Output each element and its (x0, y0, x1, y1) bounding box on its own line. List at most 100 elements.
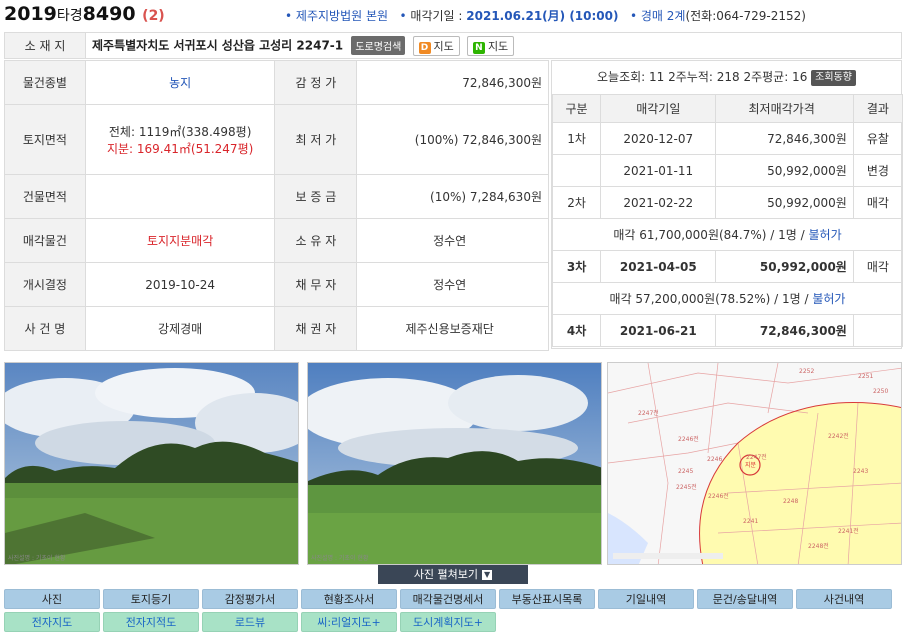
chevron-down-icon: ▼ (482, 570, 493, 580)
tab-seereal-map[interactable]: 씨:리얼지도+ (301, 612, 397, 632)
field-photo-2[interactable]: 사진설명 : 기초이 현황 (307, 362, 602, 565)
tab-case-history[interactable]: 사건내역 (796, 589, 892, 609)
address-label: 소 재 지 (4, 32, 86, 59)
case-name-label: 사 건 명 (4, 306, 86, 351)
map-label: 2246 (707, 456, 722, 463)
land-share: 지분: 169.41㎡(51.247평) (106, 141, 254, 156)
history-price: 50,992,000원 (715, 250, 854, 283)
road-search-button[interactable]: 도로명검색 (351, 36, 406, 55)
history-round: 3차 (551, 250, 602, 283)
history-header: 구분 (551, 94, 602, 123)
field-photo-1[interactable]: 사진설명 : 기초이 현황 (4, 362, 299, 565)
history-result: 매각 (852, 186, 904, 219)
tab-photo[interactable]: 사진 (4, 589, 100, 609)
cadastral-map[interactable]: 2252 2247전 2246전 2247전 2245 2245전 2246 2… (607, 362, 902, 565)
map-label: 2242전 (828, 432, 849, 440)
daum-map-button[interactable]: D 지도 (412, 35, 460, 56)
history-date: 2021-01-11 (600, 154, 717, 187)
tab-roadview[interactable]: 로드뷰 (202, 612, 298, 632)
history-price: 50,992,000원 (715, 186, 854, 219)
map-label: 2243 (853, 468, 868, 475)
daum-logo-icon: D (418, 41, 431, 54)
history-price: 50,992,000원 (715, 154, 854, 187)
tab-appraisal[interactable]: 감정평가서 (202, 589, 298, 609)
case-name: 강제경매 (84, 306, 276, 351)
land-area: 전체: 1119㎡(338.498평) 지분: 169.41㎡(51.247평) (84, 104, 276, 175)
info-table: 물건종별 농지 감 정 가 72,846,300원 토지면적 전체: 1119㎡… (4, 60, 549, 351)
owner-value: 정수연 (356, 218, 549, 263)
tab-documents[interactable]: 문건/송달내역 (697, 589, 793, 609)
photo-caption: 사진설명 : 기초이 현황 (311, 555, 369, 562)
land-area-label: 토지면적 (4, 104, 86, 175)
history-round (551, 154, 602, 187)
map-label: 2252 (799, 368, 814, 375)
naver-logo-icon: N (472, 41, 485, 54)
view-trend-button[interactable]: 조회동향 (811, 69, 856, 86)
min-price-label: 최 저 가 (274, 104, 358, 175)
header: 2019타경8490 (2) • 제주지방법원 본원 • 매각기일 : 2021… (0, 0, 905, 30)
tab-cadastral-map[interactable]: 전자지적도 (103, 612, 199, 632)
history-result: 유찰 (852, 122, 904, 155)
history-table: 구분 매각기일 최저매각가격 결과 1차 2020-12-07 72,846,3… (551, 94, 904, 347)
tab-property-list[interactable]: 부동산표시목록 (499, 589, 595, 609)
map-label: 2241 (743, 518, 758, 525)
field-photo-1-image (5, 363, 298, 564)
history-date: 2021-04-05 (600, 250, 717, 283)
appraisal-label: 감 정 가 (274, 60, 358, 105)
history-price: 72,846,300원 (715, 314, 854, 347)
history-note: 매각 61,700,000원(84.7%) / 1명 / 불허가 (552, 218, 903, 251)
map-label: 2247전 (746, 453, 767, 461)
appraisal-value: 72,846,300원 (356, 60, 549, 105)
history-row: 3차 2021-04-05 50,992,000원 매각 (551, 250, 904, 283)
debtor-value: 정수연 (356, 262, 549, 307)
history-round: 1차 (551, 122, 602, 155)
naver-map-button[interactable]: N 지도 (466, 35, 515, 56)
header-info: • 제주지방법원 본원 • 매각기일 : 2021.06.21(月) (10:0… (285, 9, 806, 23)
case-seq: (2) (142, 8, 165, 24)
map-label: 2245 (678, 468, 693, 475)
address-value: 제주특별자치도 서귀포시 성산읍 고성리 2247-1 도로명검색 D 지도 N지… (85, 32, 902, 59)
history-price: 72,846,300원 (715, 122, 854, 155)
tab-sale-spec[interactable]: 매각물건명세서 (400, 589, 496, 609)
item-type-label: 물건종별 (4, 60, 86, 105)
view-stats: 오늘조회: 11 2주누적: 218 2주평균: 16 조회동향 (552, 61, 901, 94)
tab-e-map[interactable]: 전자지도 (4, 612, 100, 632)
tab-land-registry[interactable]: 토지등기 (103, 589, 199, 609)
photo-expand-button[interactable]: 사진 펼쳐보기 ▼ (378, 565, 528, 584)
history-result: 매각 (852, 250, 904, 283)
map-label: 2246전 (708, 492, 729, 500)
building-area-label: 건물면적 (4, 174, 86, 219)
field-photo-2-image (308, 363, 601, 564)
disallow-link[interactable]: 불허가 (809, 228, 842, 242)
case-number: 2019타경8490 (2) (4, 3, 165, 25)
dept-link[interactable]: 경매 2계 (641, 9, 686, 23)
tab-urban-plan-map[interactable]: 도시계획지도+ (400, 612, 496, 632)
history-date: 2021-06-21 (600, 314, 717, 347)
map-label: 2246전 (678, 435, 699, 443)
map-label: 지분 (745, 461, 757, 469)
history-header: 매각기일 (600, 94, 717, 123)
creditor-label: 채 권 자 (274, 306, 358, 351)
court-link[interactable]: 제주지방법원 본원 (296, 9, 388, 23)
map-label: 2250 (873, 388, 888, 395)
photo-gallery: 사진설명 : 기초이 현황 사진설명 : 기초이 현황 2252 2247전 2… (4, 362, 902, 565)
photo-caption: 사진설명 : 기초이 현황 (8, 555, 66, 562)
history-date: 2020-12-07 (600, 122, 717, 155)
debtor-label: 채 무 자 (274, 262, 358, 307)
history-round: 2차 (551, 186, 602, 219)
deposit-value: (10%) 7,284,630원 (356, 174, 549, 219)
start-date: 2019-10-24 (84, 262, 276, 307)
tab-survey[interactable]: 현황조사서 (301, 589, 397, 609)
map-label: 2241전 (838, 527, 859, 535)
start-date-label: 개시결정 (4, 262, 86, 307)
disallow-link[interactable]: 불허가 (812, 292, 845, 306)
creditor-value: 제주신용보증재단 (356, 306, 549, 351)
cadastral-map-image: 2252 2247전 2246전 2247전 2245 2245전 2246 2… (608, 363, 901, 564)
map-label: 2251 (858, 373, 873, 380)
min-price-value: (100%) 72,846,300원 (356, 104, 549, 175)
map-label: 2245전 (676, 483, 697, 491)
history-row: 2021-01-11 50,992,000원 변경 (551, 154, 904, 187)
map-label: 2248 (783, 498, 798, 505)
sale-item-label: 매각물건 (4, 218, 86, 263)
tab-date-history[interactable]: 기일내역 (598, 589, 694, 609)
